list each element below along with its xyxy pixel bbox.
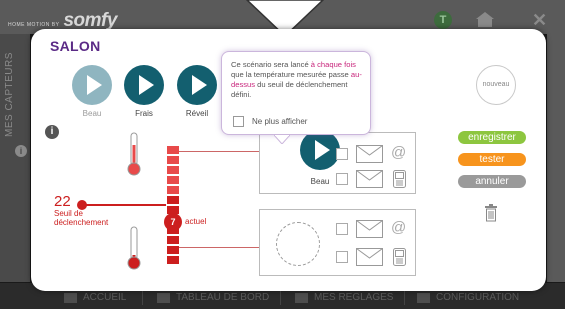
- threshold-label-line2: déclenchement: [54, 218, 109, 227]
- user-icon: [295, 292, 308, 303]
- thermometer-cold-icon: [127, 226, 141, 270]
- scenario-below-card: @: [259, 209, 416, 276]
- scenario-tooltip: Ce scénario sera lancé à chaque fois que…: [221, 51, 371, 144]
- threshold-label-line1: Seuil de: [54, 209, 83, 218]
- email-checkbox[interactable]: [336, 148, 348, 160]
- user-badge[interactable]: T: [434, 11, 452, 29]
- tooltip-text: Ce scénario sera lancé à chaque fois que…: [231, 60, 365, 100]
- save-button[interactable]: enregistrer: [458, 131, 526, 144]
- dashboard-icon: [157, 292, 170, 303]
- card-scenario-label: Beau: [310, 177, 330, 186]
- scale-segment: [167, 195, 179, 205]
- play-icon: [124, 65, 164, 105]
- phone-icon: [393, 248, 406, 266]
- scenario-label: Beau: [82, 109, 102, 118]
- scale-segment: [167, 185, 179, 195]
- temperature-scale: [167, 146, 179, 266]
- threshold-value: 22: [54, 193, 71, 210]
- scenario-label: Frais: [135, 109, 153, 118]
- empty-scenario-slot[interactable]: [276, 222, 320, 266]
- nav-accueil[interactable]: ACCUEIL: [64, 292, 126, 303]
- threshold-label: Seuil de déclenchement: [54, 209, 108, 227]
- scenario-label: Réveil: [185, 109, 209, 118]
- play-icon[interactable]: [300, 130, 340, 170]
- scenario-frais[interactable]: Frais: [121, 65, 167, 118]
- nav-label: TABLEAU DE BORD: [176, 292, 270, 303]
- threshold-line: [86, 204, 166, 206]
- at-icon: @: [391, 219, 407, 236]
- nav-label: CONFIGURATION: [436, 292, 520, 303]
- dont-show-checkbox[interactable]: [233, 116, 244, 127]
- current-label: actuel: [185, 217, 207, 226]
- connector-line: [179, 151, 259, 152]
- scale-segment: [167, 175, 179, 185]
- nav-label: ACCUEIL: [83, 292, 127, 303]
- phone-icon: [393, 170, 406, 188]
- thermometer-hot-icon: [127, 132, 141, 176]
- nav-configuration[interactable]: CONFIGURATION: [417, 292, 519, 303]
- brand-tagline: HOME MOTION BY: [8, 22, 60, 28]
- envelope-icon: [356, 170, 383, 188]
- envelope-icon: [356, 145, 383, 163]
- gear-icon: [417, 292, 430, 303]
- email-checkbox[interactable]: [336, 223, 348, 235]
- divider: [142, 289, 143, 305]
- scale-segment: [167, 146, 179, 155]
- trash-icon[interactable]: [484, 204, 498, 222]
- at-icon: @: [391, 144, 407, 161]
- nav-mes-reglages[interactable]: MES REGLAGES: [295, 292, 393, 303]
- close-icon[interactable]: ✕: [532, 10, 547, 31]
- scale-segment: [167, 155, 179, 165]
- dont-show-label[interactable]: Ne plus afficher: [252, 117, 307, 126]
- tooltip-emphasis: à chaque fois: [310, 60, 356, 69]
- sms-checkbox[interactable]: [336, 173, 348, 185]
- play-icon: [177, 65, 217, 105]
- tooltip-arrow: [274, 135, 290, 144]
- test-button[interactable]: tester: [458, 153, 526, 166]
- scale-segment: [167, 245, 179, 255]
- right-panel: [547, 34, 565, 282]
- envelope-icon: [356, 248, 383, 266]
- scale-segment: [167, 255, 179, 265]
- home-icon: [64, 292, 77, 303]
- nouveau-button[interactable]: nouveau: [476, 65, 516, 105]
- play-icon: [72, 65, 112, 105]
- scenario-beau[interactable]: Beau: [69, 65, 115, 118]
- side-label[interactable]: MES CAPTEURS: [4, 40, 24, 150]
- home-icon[interactable]: [474, 10, 496, 28]
- sms-checkbox[interactable]: [336, 251, 348, 263]
- connector-line: [179, 247, 259, 248]
- app-root: HOME MOTION BY somfy T ✕ MES CAPTEURS i …: [0, 0, 565, 309]
- page-title: SALON: [50, 38, 101, 54]
- nav-label: MES REGLAGES: [314, 292, 394, 303]
- tooltip-text-part: Ce scénario sera lancé: [231, 60, 311, 69]
- info-icon[interactable]: i: [45, 125, 59, 139]
- tooltip-text-part: que la température mesurée passe: [231, 70, 351, 79]
- nav-tableau-de-bord[interactable]: TABLEAU DE BORD: [157, 292, 269, 303]
- divider: [404, 289, 405, 305]
- envelope-icon: [356, 220, 383, 238]
- cancel-button[interactable]: annuler: [458, 175, 526, 188]
- scenario-reveil[interactable]: Réveil: [174, 65, 220, 118]
- scenario-modal: SALON Beau Frais Réveil i nouveau 22 Seu…: [31, 29, 546, 291]
- side-info-icon[interactable]: i: [15, 145, 27, 157]
- scale-segment: [167, 165, 179, 175]
- current-temperature: 7: [164, 213, 182, 231]
- scale-segment: [167, 235, 179, 245]
- divider: [280, 289, 281, 305]
